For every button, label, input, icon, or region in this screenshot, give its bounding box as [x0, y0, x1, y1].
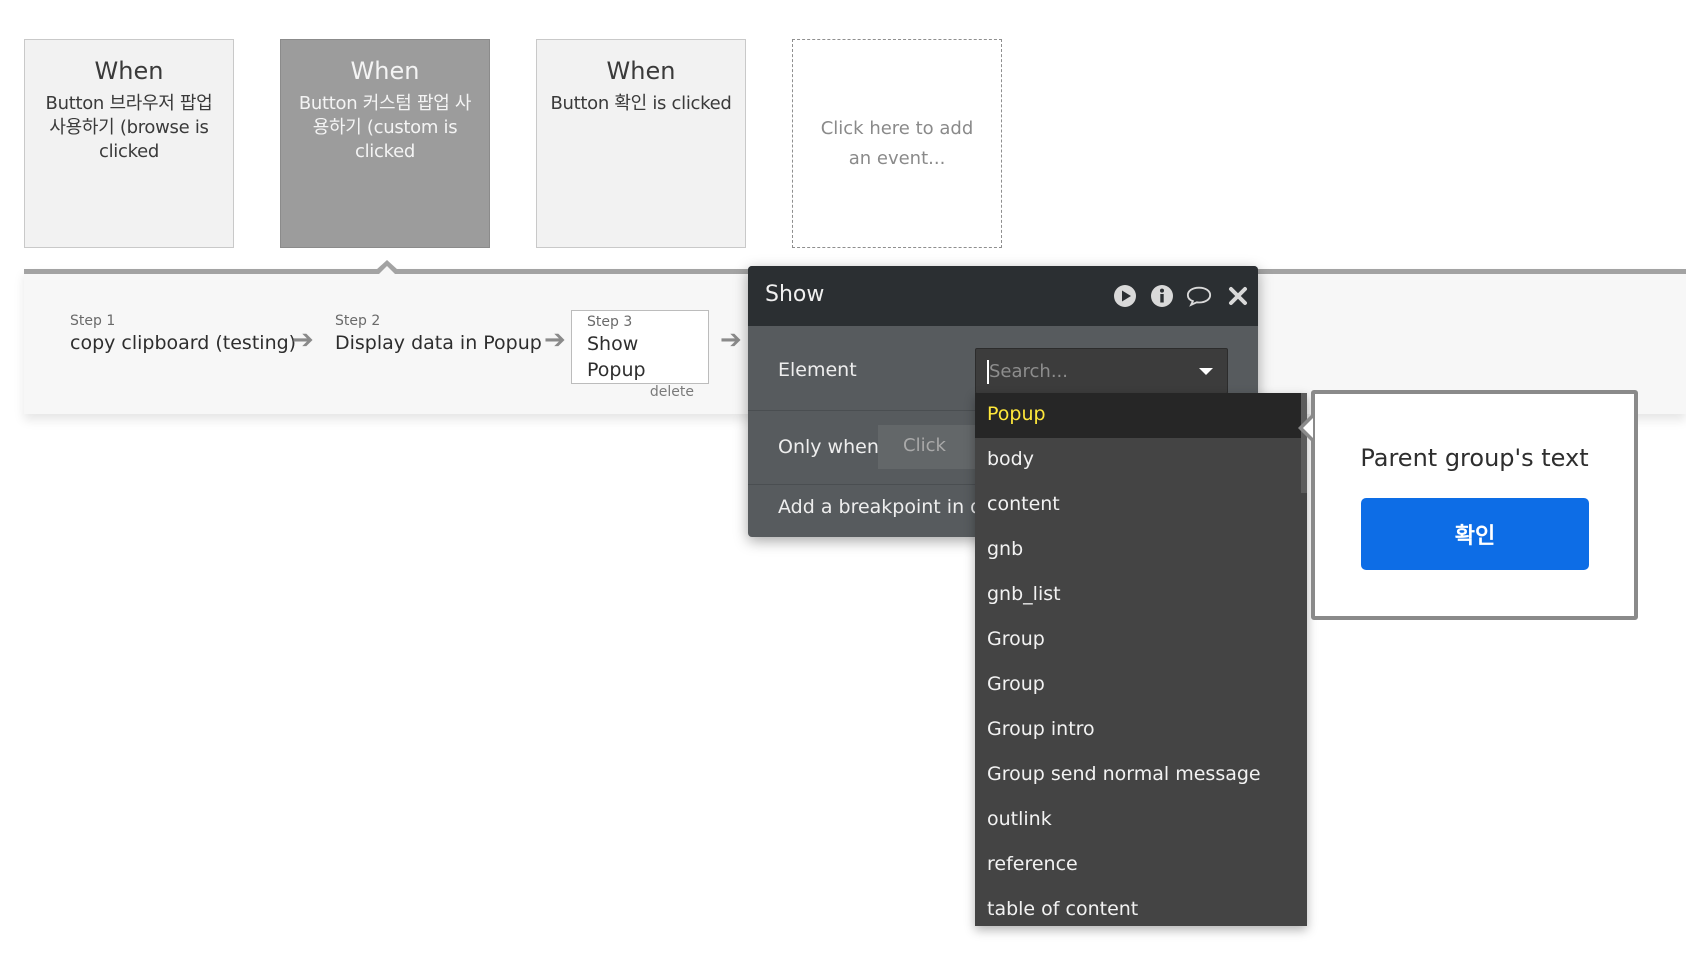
- event-description: Button 커스텀 팝업 사용하기 (custom is clicked: [298, 93, 472, 162]
- panel-header: Show: [748, 266, 1258, 326]
- step-title: Display data in Popup: [335, 332, 542, 354]
- dropdown-option[interactable]: gnb: [975, 528, 1307, 573]
- play-icon[interactable]: [1112, 283, 1138, 309]
- element-field-label: Element: [778, 359, 857, 381]
- step-number: Step 2: [335, 313, 381, 329]
- step-1[interactable]: Step 1 copy clipboard (testing): [70, 312, 296, 356]
- only-when-condition-field[interactable]: Click: [878, 425, 988, 469]
- dropdown-option[interactable]: Group: [975, 618, 1307, 663]
- dropdown-option[interactable]: table of content: [975, 888, 1307, 926]
- step-title: Show Popup: [587, 333, 646, 381]
- step-delete-link[interactable]: delete: [587, 383, 694, 401]
- dropdown-option[interactable]: Group: [975, 663, 1307, 708]
- element-options-list[interactable]: Popup body content gnb gnb_list Group Gr…: [975, 393, 1307, 926]
- info-icon[interactable]: [1149, 283, 1175, 309]
- text-cursor: [987, 360, 989, 384]
- close-icon[interactable]: [1225, 283, 1251, 309]
- dropdown-option[interactable]: content: [975, 483, 1307, 528]
- dropdown-option[interactable]: Group intro: [975, 708, 1307, 753]
- dropdown-scrollbar[interactable]: [1301, 393, 1307, 493]
- event-description: Button 확인 is clicked: [550, 93, 732, 114]
- preview-text: Parent group's text: [1360, 444, 1589, 472]
- step-number: Step 1: [70, 313, 116, 329]
- event-description: Button 브라우저 팝업 사용하기 (browse is clicked: [45, 93, 213, 162]
- element-search-dropdown[interactable]: [975, 348, 1228, 394]
- dropdown-option[interactable]: outlink: [975, 798, 1307, 843]
- add-event-label: Click here to add an event...: [820, 117, 974, 169]
- event-when-label: When: [350, 57, 420, 85]
- dropdown-option[interactable]: Group send normal message: [975, 753, 1307, 798]
- chevron-down-icon[interactable]: [1199, 368, 1213, 375]
- event-card-browse[interactable]: When Button 브라우저 팝업 사용하기 (browse is clic…: [24, 39, 234, 248]
- dropdown-option[interactable]: body: [975, 438, 1307, 483]
- event-when-label: When: [94, 57, 164, 85]
- arrow-right-icon: ➔: [544, 325, 566, 355]
- event-card-confirm[interactable]: When Button 확인 is clicked: [536, 39, 746, 248]
- arrow-right-icon: ➔: [720, 325, 742, 355]
- dropdown-option[interactable]: gnb_list: [975, 573, 1307, 618]
- confirm-button[interactable]: 확인: [1361, 498, 1589, 570]
- dropdown-option[interactable]: Popup: [975, 393, 1307, 438]
- step-number: Step 3: [587, 314, 633, 330]
- event-when-label: When: [606, 57, 676, 85]
- popup-element-preview: Parent group's text 확인: [1311, 390, 1638, 620]
- panel-title: Show: [765, 282, 825, 307]
- step-2[interactable]: Step 2 Display data in Popup: [335, 312, 542, 356]
- dropdown-option[interactable]: reference: [975, 843, 1307, 888]
- only-when-label: Only when: [778, 436, 879, 458]
- arrow-right-icon: ➔: [292, 325, 314, 355]
- element-search-input[interactable]: [976, 349, 1186, 393]
- event-card-custom[interactable]: When Button 커스텀 팝업 사용하기 (custom is click…: [280, 39, 490, 248]
- add-event-placeholder[interactable]: Click here to add an event...: [792, 39, 1002, 248]
- step-title: copy clipboard (testing): [70, 332, 297, 354]
- breakpoint-checkbox-label[interactable]: Add a breakpoint in debug mode: [778, 496, 975, 518]
- step-3[interactable]: Step 3 Show Popup delete: [571, 310, 709, 400]
- comment-icon[interactable]: [1186, 283, 1212, 309]
